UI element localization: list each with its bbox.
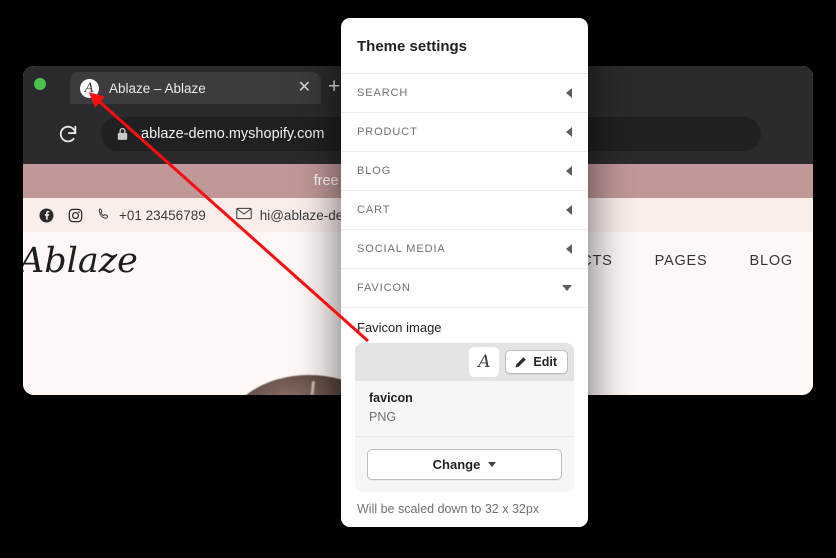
favicon-thumbnail: A	[469, 347, 500, 377]
email-icon	[235, 207, 252, 223]
favicon-helper-text: Will be scaled down to 32 x 32px	[357, 502, 540, 516]
panel-body: SEARCH PRODUCT BLOG CART SOCIAL MEDIA FA	[341, 74, 588, 527]
nav-item-pages[interactable]: PAGES	[655, 253, 708, 269]
section-label-social-media: SOCIAL MEDIA	[357, 243, 446, 255]
favicon-letter-a: A	[478, 351, 491, 372]
favicon-image-preview: A Edit	[355, 343, 574, 381]
chevron-down-icon[interactable]	[562, 285, 572, 291]
facebook-icon[interactable]	[39, 208, 54, 223]
nav-item-blog[interactable]: BLOG	[750, 253, 794, 269]
chevron-left-icon[interactable]	[566, 244, 572, 254]
favicon-file-type: PNG	[369, 410, 397, 424]
section-row-product[interactable]: PRODUCT	[341, 113, 588, 152]
theme-settings-panel: Theme settings SEARCH PRODUCT BLOG CART …	[341, 18, 588, 527]
browser-tab[interactable]: A Ablaze – Ablaze ✕	[70, 72, 321, 104]
site-logo[interactable]: Ablaze	[23, 241, 138, 281]
section-row-favicon[interactable]: FAVICON	[341, 269, 588, 308]
section-label-product: PRODUCT	[357, 126, 418, 138]
section-label-blog: BLOG	[357, 165, 392, 177]
page-title: Theme settings	[341, 18, 588, 74]
section-row-search[interactable]: SEARCH	[341, 74, 588, 113]
section-row-cart[interactable]: CART	[341, 191, 588, 230]
browser-tab-favicon: A	[80, 78, 99, 98]
favicon-image-label: Favicon image	[357, 320, 442, 335]
change-button-label: Change	[432, 457, 481, 472]
section-label-favicon: FAVICON	[357, 282, 411, 294]
chevron-left-icon[interactable]	[566, 127, 572, 137]
favicon-image-card: A Edit favicon PNG Change	[355, 343, 574, 492]
browser-tab-title: Ablaze – Ablaze	[109, 80, 206, 96]
instagram-icon[interactable]	[68, 208, 83, 223]
change-button[interactable]: Change	[367, 449, 562, 480]
close-icon[interactable]: ✕	[290, 80, 311, 96]
phone-number: +01 23456789	[119, 207, 206, 223]
section-row-blog[interactable]: BLOG	[341, 152, 588, 191]
section-label-cart: CART	[357, 204, 391, 216]
reload-icon[interactable]	[57, 123, 79, 145]
phone-contact[interactable]: +01 23456789	[97, 207, 206, 224]
address-bar-url: ablaze-demo.myshopify.com	[141, 126, 325, 142]
favicon-file-name: favicon	[369, 391, 413, 405]
new-tab-button[interactable]: +	[328, 76, 340, 97]
phone-icon	[97, 207, 111, 224]
section-row-social-media[interactable]: SOCIAL MEDIA	[341, 230, 588, 269]
favicon-letter-a: A	[84, 80, 95, 96]
chevron-left-icon[interactable]	[566, 166, 572, 176]
pencil-icon	[514, 356, 527, 369]
chevron-left-icon[interactable]	[566, 205, 572, 215]
change-button-wrap: Change	[355, 436, 574, 492]
screenshot-root: A Ablaze – Ablaze ✕ + ablaze-demo.myshop…	[0, 0, 836, 558]
lock-icon	[117, 127, 128, 141]
chevron-left-icon[interactable]	[566, 88, 572, 98]
chevron-down-icon[interactable]	[488, 462, 497, 467]
section-label-search: SEARCH	[357, 87, 409, 99]
edit-button[interactable]: Edit	[505, 350, 568, 374]
edit-button-label: Edit	[533, 355, 557, 369]
